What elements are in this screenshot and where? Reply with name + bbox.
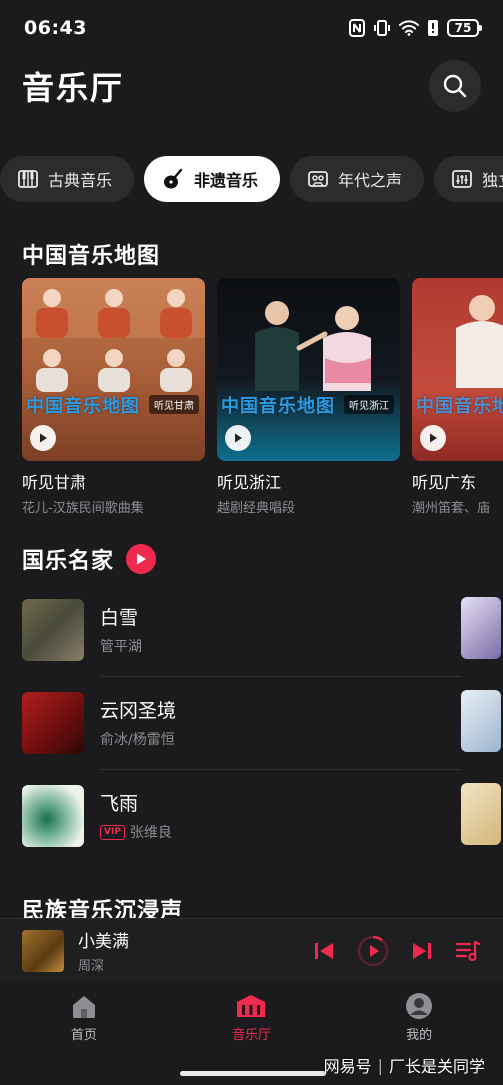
category-chips: 古典音乐 非遗音乐 年代之声 独立 (0, 156, 503, 202)
profile-icon (406, 993, 433, 1019)
search-icon (443, 74, 467, 98)
now-playing-cover[interactable] (22, 929, 64, 972)
next-icon[interactable] (411, 941, 433, 961)
vip-badge: VIP (100, 824, 125, 840)
album-cover: 中国音乐地图 听见甘肃 (22, 278, 205, 461)
masters-title-row: 国乐名家 (22, 543, 157, 575)
vibrate-icon (374, 20, 390, 36)
next-column-cover[interactable] (461, 783, 501, 845)
album-cover: 中国音乐地图 听见浙江 (217, 278, 400, 461)
album-card-gansu[interactable]: 中国音乐地图 听见甘肃 听见甘肃 花儿-汉族民间歌曲集 (22, 278, 205, 518)
chip-label: 非遗音乐 (194, 171, 259, 190)
page-title: 音乐厅 (22, 69, 125, 107)
mixer-icon (452, 170, 472, 188)
piano-icon (18, 170, 38, 188)
previous-icon[interactable] (313, 941, 335, 961)
song-artist: VIP 张维良 (100, 822, 172, 842)
card-subtitle: 潮州笛套、庙 (412, 501, 491, 516)
battery-indicator: 75 (447, 19, 482, 37)
play-icon (137, 553, 147, 565)
album-cover: 中国音乐地图 (412, 278, 503, 461)
player-controls (313, 935, 481, 967)
song-title: 飞雨 (100, 793, 139, 815)
playlist-icon[interactable] (455, 939, 481, 963)
chip-independent[interactable]: 独立 (434, 156, 503, 202)
nav-label: 首页 (70, 1028, 97, 1043)
song-title: 云冈圣境 (100, 700, 177, 722)
song-artist: 俞冰/杨雷恒 (100, 729, 176, 749)
mini-player[interactable]: 小美满 周深 (0, 918, 503, 982)
play-icon (40, 433, 47, 443)
chip-label: 年代之声 (338, 171, 403, 190)
album-card-zhejiang[interactable]: 中国音乐地图 听见浙江 听见浙江 越剧经典唱段 (217, 278, 400, 518)
song-row[interactable]: 飞雨 VIP 张维良 (22, 769, 503, 862)
wifi-icon (399, 20, 419, 36)
song-row[interactable]: 云冈圣境 俞冰/杨雷恒 (22, 676, 503, 769)
next-column-cover[interactable] (461, 690, 501, 752)
cassette-icon (308, 171, 328, 187)
chip-intangible-heritage[interactable]: 非遗音乐 (144, 156, 281, 202)
song-title: 白雪 (100, 607, 139, 629)
artist-name: 张维良 (129, 825, 172, 841)
chip-era-sounds[interactable]: 年代之声 (290, 156, 425, 202)
song-row[interactable]: 白雪 管平湖 (22, 583, 503, 676)
artist-name: 俞冰/杨雷恒 (100, 732, 175, 748)
status-icons: 75 (349, 19, 482, 37)
chip-label: 独立 (482, 171, 503, 190)
play-pause-icon[interactable] (357, 935, 389, 967)
music-map-cards: 中国音乐地图 听见甘肃 听见甘肃 花儿-汉族民间歌曲集 中国音乐地图 听见浙江 (22, 278, 503, 518)
section-title-music-map: 中国音乐地图 (22, 244, 161, 269)
nav-home[interactable]: 首页 (24, 992, 144, 1085)
card-title: 听见浙江 (217, 473, 282, 492)
now-playing-artist: 周深 (78, 959, 105, 974)
chip-label: 古典音乐 (48, 171, 113, 190)
cover-tag: 听见浙江 (344, 395, 394, 414)
search-button[interactable] (429, 60, 481, 112)
home-icon (72, 996, 95, 1018)
card-subtitle: 越剧经典唱段 (217, 501, 296, 516)
masters-song-list: 白雪 管平湖 云冈圣境 俞冰/杨雷恒 飞雨 VIP 张维良 (22, 583, 503, 862)
watermark: 网易号 | 厂长是关同学 (324, 1053, 485, 1077)
play-icon (235, 433, 242, 443)
song-cover (22, 598, 84, 661)
album-card-guangdong[interactable]: 中国音乐地图 听见广东 潮州笛套、庙 (412, 278, 503, 518)
watermark-separator: | (377, 1055, 383, 1075)
artist-name: 管平湖 (100, 639, 142, 655)
play-button[interactable] (30, 425, 56, 451)
nav-label: 我的 (406, 1028, 433, 1043)
watermark-source: 网易号 (323, 1057, 372, 1076)
pipa-icon (164, 168, 183, 189)
card-title: 听见甘肃 (22, 473, 87, 492)
section-title-masters: 国乐名家 (22, 549, 115, 574)
status-time: 06:43 (24, 17, 87, 39)
alert-icon (428, 20, 438, 36)
nav-label: 音乐厅 (231, 1028, 271, 1043)
song-cover (22, 784, 84, 847)
play-button[interactable] (225, 425, 251, 451)
cover-tag: 听见甘肃 (149, 395, 199, 414)
watermark-author: 厂长是关同学 (388, 1057, 485, 1076)
header: 音乐厅 (0, 56, 503, 116)
play-icon (430, 433, 437, 443)
next-column-cover[interactable] (461, 597, 501, 659)
song-artist: 管平湖 (100, 636, 142, 656)
song-cover (22, 691, 84, 754)
status-bar: 06:43 75 (0, 0, 503, 56)
play-all-button[interactable] (126, 544, 157, 574)
card-subtitle: 花儿-汉族民间歌曲集 (22, 501, 144, 516)
nfc-icon (349, 19, 365, 37)
card-title: 听见广东 (412, 473, 477, 492)
chip-classical[interactable]: 古典音乐 (0, 156, 135, 202)
cover-banner: 中国音乐地图 (416, 396, 503, 417)
now-playing-title: 小美满 (78, 932, 129, 952)
concert-hall-icon (237, 995, 266, 1017)
play-button[interactable] (420, 425, 446, 451)
home-indicator[interactable] (180, 1071, 326, 1076)
